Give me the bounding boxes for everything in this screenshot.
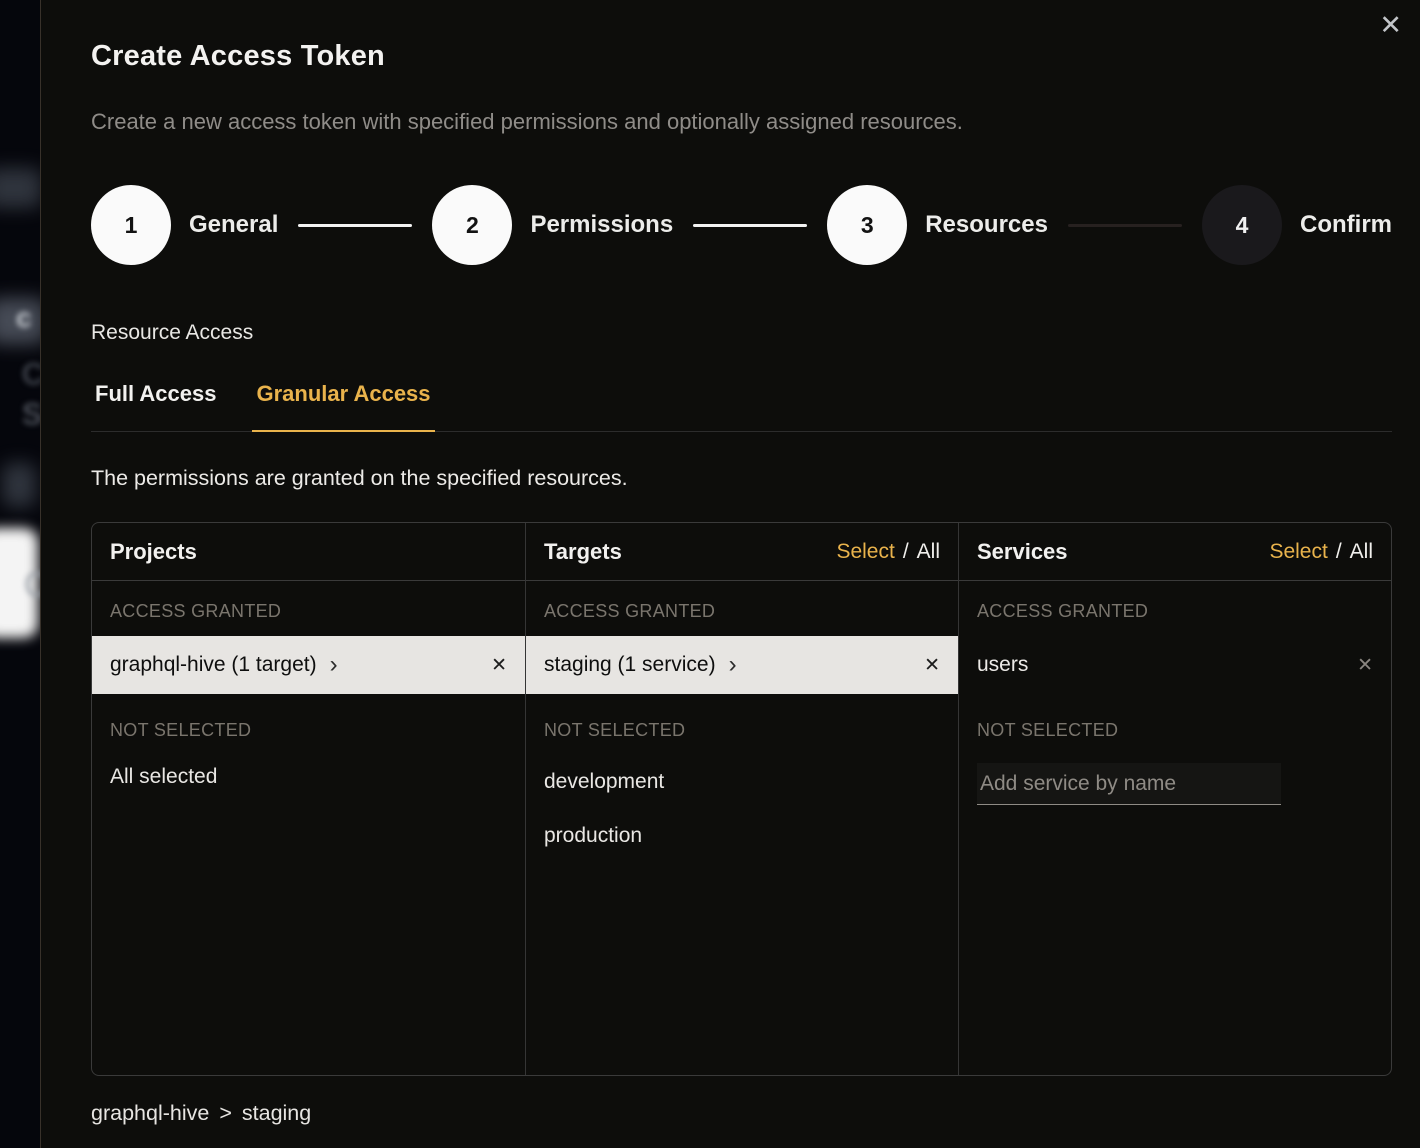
services-select-link[interactable]: Select <box>1269 540 1327 564</box>
background-text-fragment: S <box>22 398 40 432</box>
background-text-fragment: C <box>22 358 40 392</box>
step-general: 1 General <box>91 185 278 265</box>
access-mode-tabs: Full Access Granular Access <box>91 381 1392 432</box>
targets-column-title: Targets <box>544 539 622 565</box>
step-1-circle: 1 <box>91 185 171 265</box>
step-connector <box>693 224 807 227</box>
step-permissions: 2 Permissions <box>432 185 673 265</box>
granted-service-label: users <box>977 653 1028 677</box>
step-2-circle: 2 <box>432 185 512 265</box>
services-column-header: Services Select / All <box>959 523 1391 581</box>
resource-access-heading: Resource Access <box>91 321 1392 345</box>
step-1-label: General <box>189 211 278 239</box>
selected-target-row[interactable]: staging (1 service) › ✕ <box>526 636 958 694</box>
stepper: 1 General 2 Permissions 3 Resources 4 Co… <box>91 185 1392 265</box>
step-4-label: Confirm <box>1300 211 1392 239</box>
targets-column: Targets Select / All ACCESS GRANTED stag… <box>525 523 958 1075</box>
targets-select-separator: / <box>903 540 909 564</box>
services-select-all: Select / All <box>1269 540 1373 564</box>
selected-project-label: graphql-hive (1 target) <box>110 653 317 677</box>
selected-project-row[interactable]: graphql-hive (1 target) › ✕ <box>92 636 525 694</box>
target-item-development[interactable]: development <box>526 755 958 809</box>
step-confirm: 4 Confirm <box>1202 185 1392 265</box>
breadcrumb-target: staging <box>242 1101 311 1126</box>
breadcrumb-project: graphql-hive <box>91 1101 209 1126</box>
services-column: Services Select / All ACCESS GRANTED use… <box>958 523 1391 1075</box>
projects-column-header: Projects <box>92 523 525 581</box>
step-3-label: Resources <box>925 211 1048 239</box>
background-blob <box>0 168 40 208</box>
target-item-production[interactable]: production <box>526 809 958 863</box>
step-resources: 3 Resources <box>827 185 1048 265</box>
resource-selection-table: Projects ACCESS GRANTED graphql-hive (1 … <box>91 522 1392 1076</box>
targets-select-link[interactable]: Select <box>836 540 894 564</box>
services-not-selected-label: NOT SELECTED <box>959 694 1391 755</box>
remove-service-icon[interactable]: ✕ <box>1357 654 1373 676</box>
targets-access-granted-label: ACCESS GRANTED <box>526 581 958 636</box>
targets-not-selected-label: NOT SELECTED <box>526 694 958 755</box>
dialog-title: Create Access Token <box>91 40 1392 73</box>
remove-project-icon[interactable]: ✕ <box>491 654 507 676</box>
background-text-fragment: C <box>24 566 40 605</box>
targets-column-header: Targets Select / All <box>526 523 958 581</box>
background-text-fragment: c <box>16 302 32 334</box>
projects-all-selected-note: All selected <box>92 755 525 799</box>
targets-all-link[interactable]: All <box>917 540 940 564</box>
chevron-right-icon: › <box>330 653 338 677</box>
services-access-granted-label: ACCESS GRANTED <box>959 581 1391 636</box>
step-4-circle: 4 <box>1202 185 1282 265</box>
dialog-subtitle: Create a new access token with specified… <box>91 109 1392 135</box>
granted-service-row[interactable]: users ✕ <box>959 636 1391 694</box>
close-icon[interactable]: ✕ <box>1379 12 1402 39</box>
services-all-link[interactable]: All <box>1350 540 1373 564</box>
breadcrumb-separator: > <box>219 1101 232 1126</box>
tab-full-access[interactable]: Full Access <box>91 381 220 431</box>
step-3-circle: 3 <box>827 185 907 265</box>
step-connector <box>1068 224 1182 227</box>
step-2-label: Permissions <box>530 211 673 239</box>
create-access-token-dialog: ✕ Create Access Token Create a new acces… <box>40 0 1420 1148</box>
services-column-title: Services <box>977 539 1068 565</box>
selected-target-label: staging (1 service) <box>544 653 716 677</box>
add-service-input[interactable] <box>977 763 1281 805</box>
chevron-right-icon: › <box>729 653 737 677</box>
remove-target-icon[interactable]: ✕ <box>924 654 940 676</box>
breadcrumb: graphql-hive > staging <box>91 1101 1392 1126</box>
projects-access-granted-label: ACCESS GRANTED <box>92 581 525 636</box>
step-connector <box>298 224 412 227</box>
services-select-separator: / <box>1336 540 1342 564</box>
projects-column: Projects ACCESS GRANTED graphql-hive (1 … <box>92 523 525 1075</box>
granular-access-description: The permissions are granted on the speci… <box>91 466 1392 491</box>
projects-column-title: Projects <box>110 539 197 565</box>
targets-select-all: Select / All <box>836 540 940 564</box>
background-blob <box>2 463 36 507</box>
tab-granular-access[interactable]: Granular Access <box>252 381 434 432</box>
projects-not-selected-label: NOT SELECTED <box>92 694 525 755</box>
blurred-background-page: c C S C <box>0 0 40 1148</box>
